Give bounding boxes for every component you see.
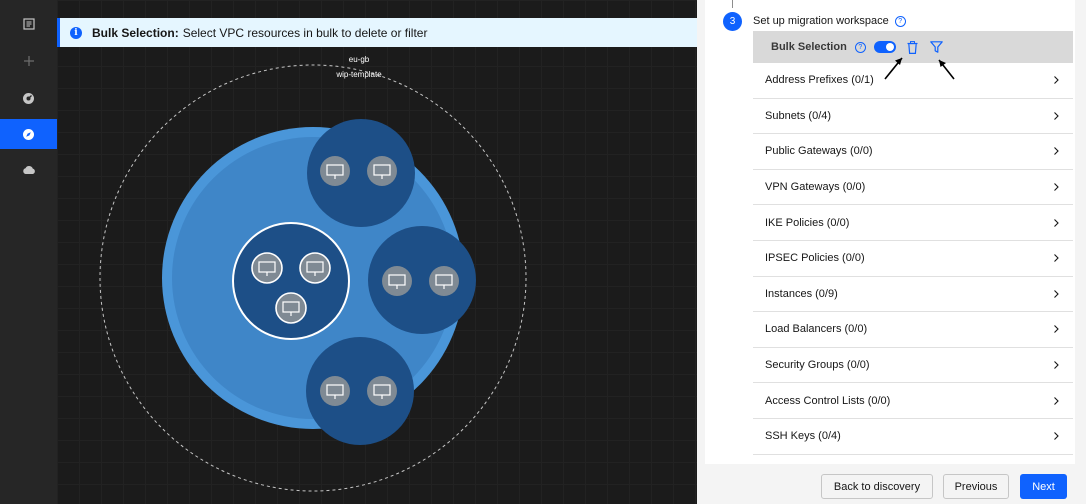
rail-item-cloud[interactable]	[0, 155, 57, 185]
instance-node[interactable]	[382, 266, 412, 296]
cloud-icon	[22, 166, 35, 174]
chevron-right-icon	[1054, 432, 1059, 441]
chevron-right-icon	[1054, 254, 1059, 263]
instance-node[interactable]	[251, 252, 283, 284]
resource-item-vpn-gateways[interactable]: VPN Gateways (0/0)	[753, 170, 1073, 206]
step-number: 3	[723, 12, 742, 31]
resource-label: Security Groups (0/0)	[765, 359, 870, 372]
chevron-right-icon	[1054, 147, 1059, 156]
bulk-selection-label: Bulk Selection	[771, 41, 847, 53]
chevron-right-icon	[1054, 289, 1059, 298]
resource-label: Address Prefixes (0/1)	[765, 74, 874, 87]
banner-title: Bulk Selection:	[92, 25, 179, 40]
rail-item-compass[interactable]	[0, 119, 57, 149]
resource-label: Public Gateways (0/0)	[765, 145, 873, 158]
instance-node[interactable]	[275, 292, 307, 324]
previous-button[interactable]: Previous	[943, 474, 1009, 499]
chevron-right-icon	[1054, 396, 1059, 405]
step-heading: Set up migration workspace ?	[753, 15, 906, 27]
chevron-right-icon	[1054, 112, 1059, 120]
add-icon	[23, 56, 34, 66]
rail-item-dashboard[interactable]	[0, 83, 57, 113]
rail-item-add[interactable]	[0, 46, 57, 76]
instance-node[interactable]	[320, 376, 350, 406]
bulk-help-icon[interactable]: ?	[854, 41, 866, 53]
resource-item-instances[interactable]: Instances (0/9)	[753, 277, 1073, 313]
resource-label: Subnets (0/4)	[765, 109, 832, 122]
resource-item-access-control-lists[interactable]: Access Control Lists (0/0)	[753, 383, 1073, 419]
compass-icon	[23, 128, 34, 140]
resource-item-subnets[interactable]: Subnets (0/4)	[753, 99, 1073, 135]
list-icon	[22, 18, 35, 30]
instance-node[interactable]	[367, 156, 397, 186]
topology-canvas[interactable]: eu-gb wip-template i Bulk Selection: Sel…	[57, 0, 697, 504]
annotation-arrows	[884, 57, 955, 80]
chevron-right-icon	[1054, 361, 1059, 369]
back-to-discovery-button[interactable]: Back to discovery	[821, 474, 933, 499]
chevron-right-icon	[1054, 76, 1059, 85]
chevron-right-icon	[1054, 218, 1059, 227]
info-icon: i	[70, 26, 82, 39]
dashboard-icon	[23, 92, 34, 104]
migration-panel: 3 Set up migration workspace ? Bulk Sele…	[697, 0, 1086, 504]
step-connector	[732, 0, 733, 8]
resource-label: VPN Gateways (0/0)	[765, 181, 866, 194]
resource-label: Instances (0/9)	[765, 287, 838, 300]
resource-item-public-gateways[interactable]: Public Gateways (0/0)	[753, 134, 1073, 170]
banner-message: Select VPC resources in bulk to delete o…	[182, 25, 428, 40]
next-button[interactable]: Next	[1020, 474, 1067, 499]
resource-label: Access Control Lists (0/0)	[765, 394, 891, 407]
instance-node[interactable]	[320, 156, 350, 186]
step-title: Set up migration workspace	[753, 15, 889, 27]
instance-node[interactable]	[299, 252, 331, 284]
bulk-selection-banner: i Bulk Selection: Select VPC resources i…	[57, 18, 697, 47]
resource-label: IKE Policies (0/0)	[765, 216, 850, 229]
chevron-right-icon	[1054, 325, 1059, 334]
help-icon[interactable]: ?	[894, 15, 906, 27]
panel-footer: Back to discovery Previous Next	[697, 464, 1086, 504]
resource-item-security-groups[interactable]: Security Groups (0/0)	[753, 348, 1073, 384]
region-label: eu-gb	[348, 55, 370, 64]
resource-item-ssh-keys[interactable]: SSH Keys (0/4)	[753, 419, 1073, 455]
resource-label: IPSEC Policies (0/0)	[765, 252, 865, 265]
resource-item-ike-policies[interactable]: IKE Policies (0/0)	[753, 205, 1073, 241]
instance-node[interactable]	[429, 266, 459, 296]
instance-node[interactable]	[367, 376, 397, 406]
rail-item-list[interactable]	[0, 9, 57, 39]
resource-item-ipsec-policies[interactable]: IPSEC Policies (0/0)	[753, 241, 1073, 277]
resource-item-load-balancers[interactable]: Load Balancers (0/0)	[753, 312, 1073, 348]
resource-label: Load Balancers (0/0)	[765, 323, 868, 336]
vpc-label: wip-template	[336, 70, 382, 79]
resource-list: Address Prefixes (0/1) Subnets (0/4) Pub…	[753, 63, 1073, 455]
left-rail	[0, 0, 57, 504]
resource-label: SSH Keys (0/4)	[765, 430, 841, 443]
chevron-right-icon	[1054, 183, 1059, 191]
